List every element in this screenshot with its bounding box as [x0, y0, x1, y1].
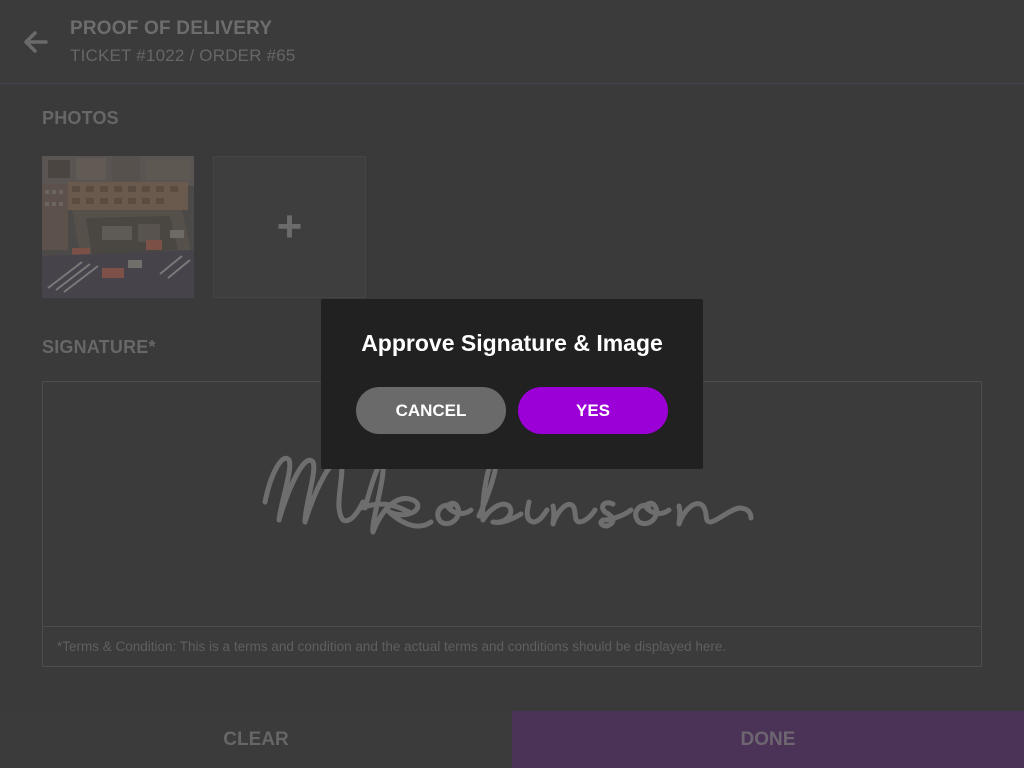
construction-site-photo — [42, 156, 194, 298]
add-photo-button[interactable]: + — [213, 156, 366, 298]
done-button[interactable]: DONE — [512, 711, 1024, 768]
arrow-left-icon — [24, 31, 48, 53]
clear-button[interactable]: CLEAR — [0, 711, 512, 768]
cancel-button[interactable]: CANCEL — [356, 387, 506, 434]
photo-thumbnail[interactable] — [42, 156, 194, 298]
page-title: PROOF OF DELIVERY — [70, 18, 273, 39]
terms-and-conditions: *Terms & Condition: This is a terms and … — [43, 626, 981, 666]
dialog-title: Approve Signature & Image — [361, 330, 663, 356]
signature-label: SIGNATURE* — [42, 337, 156, 357]
photos-label: PHOTOS — [42, 108, 119, 128]
plus-icon: + — [276, 202, 303, 251]
yes-button[interactable]: YES — [518, 387, 668, 434]
back-button[interactable] — [20, 26, 52, 58]
header-bar: PROOF OF DELIVERY TICKET #1022 / ORDER #… — [0, 0, 1024, 84]
ticket-order-subtitle: TICKET #1022 / ORDER #65 — [70, 46, 296, 65]
approve-dialog: Approve Signature & Image CANCEL YES — [321, 299, 703, 469]
proof-of-delivery-screen: PROOF OF DELIVERY TICKET #1022 / ORDER #… — [0, 0, 1024, 768]
